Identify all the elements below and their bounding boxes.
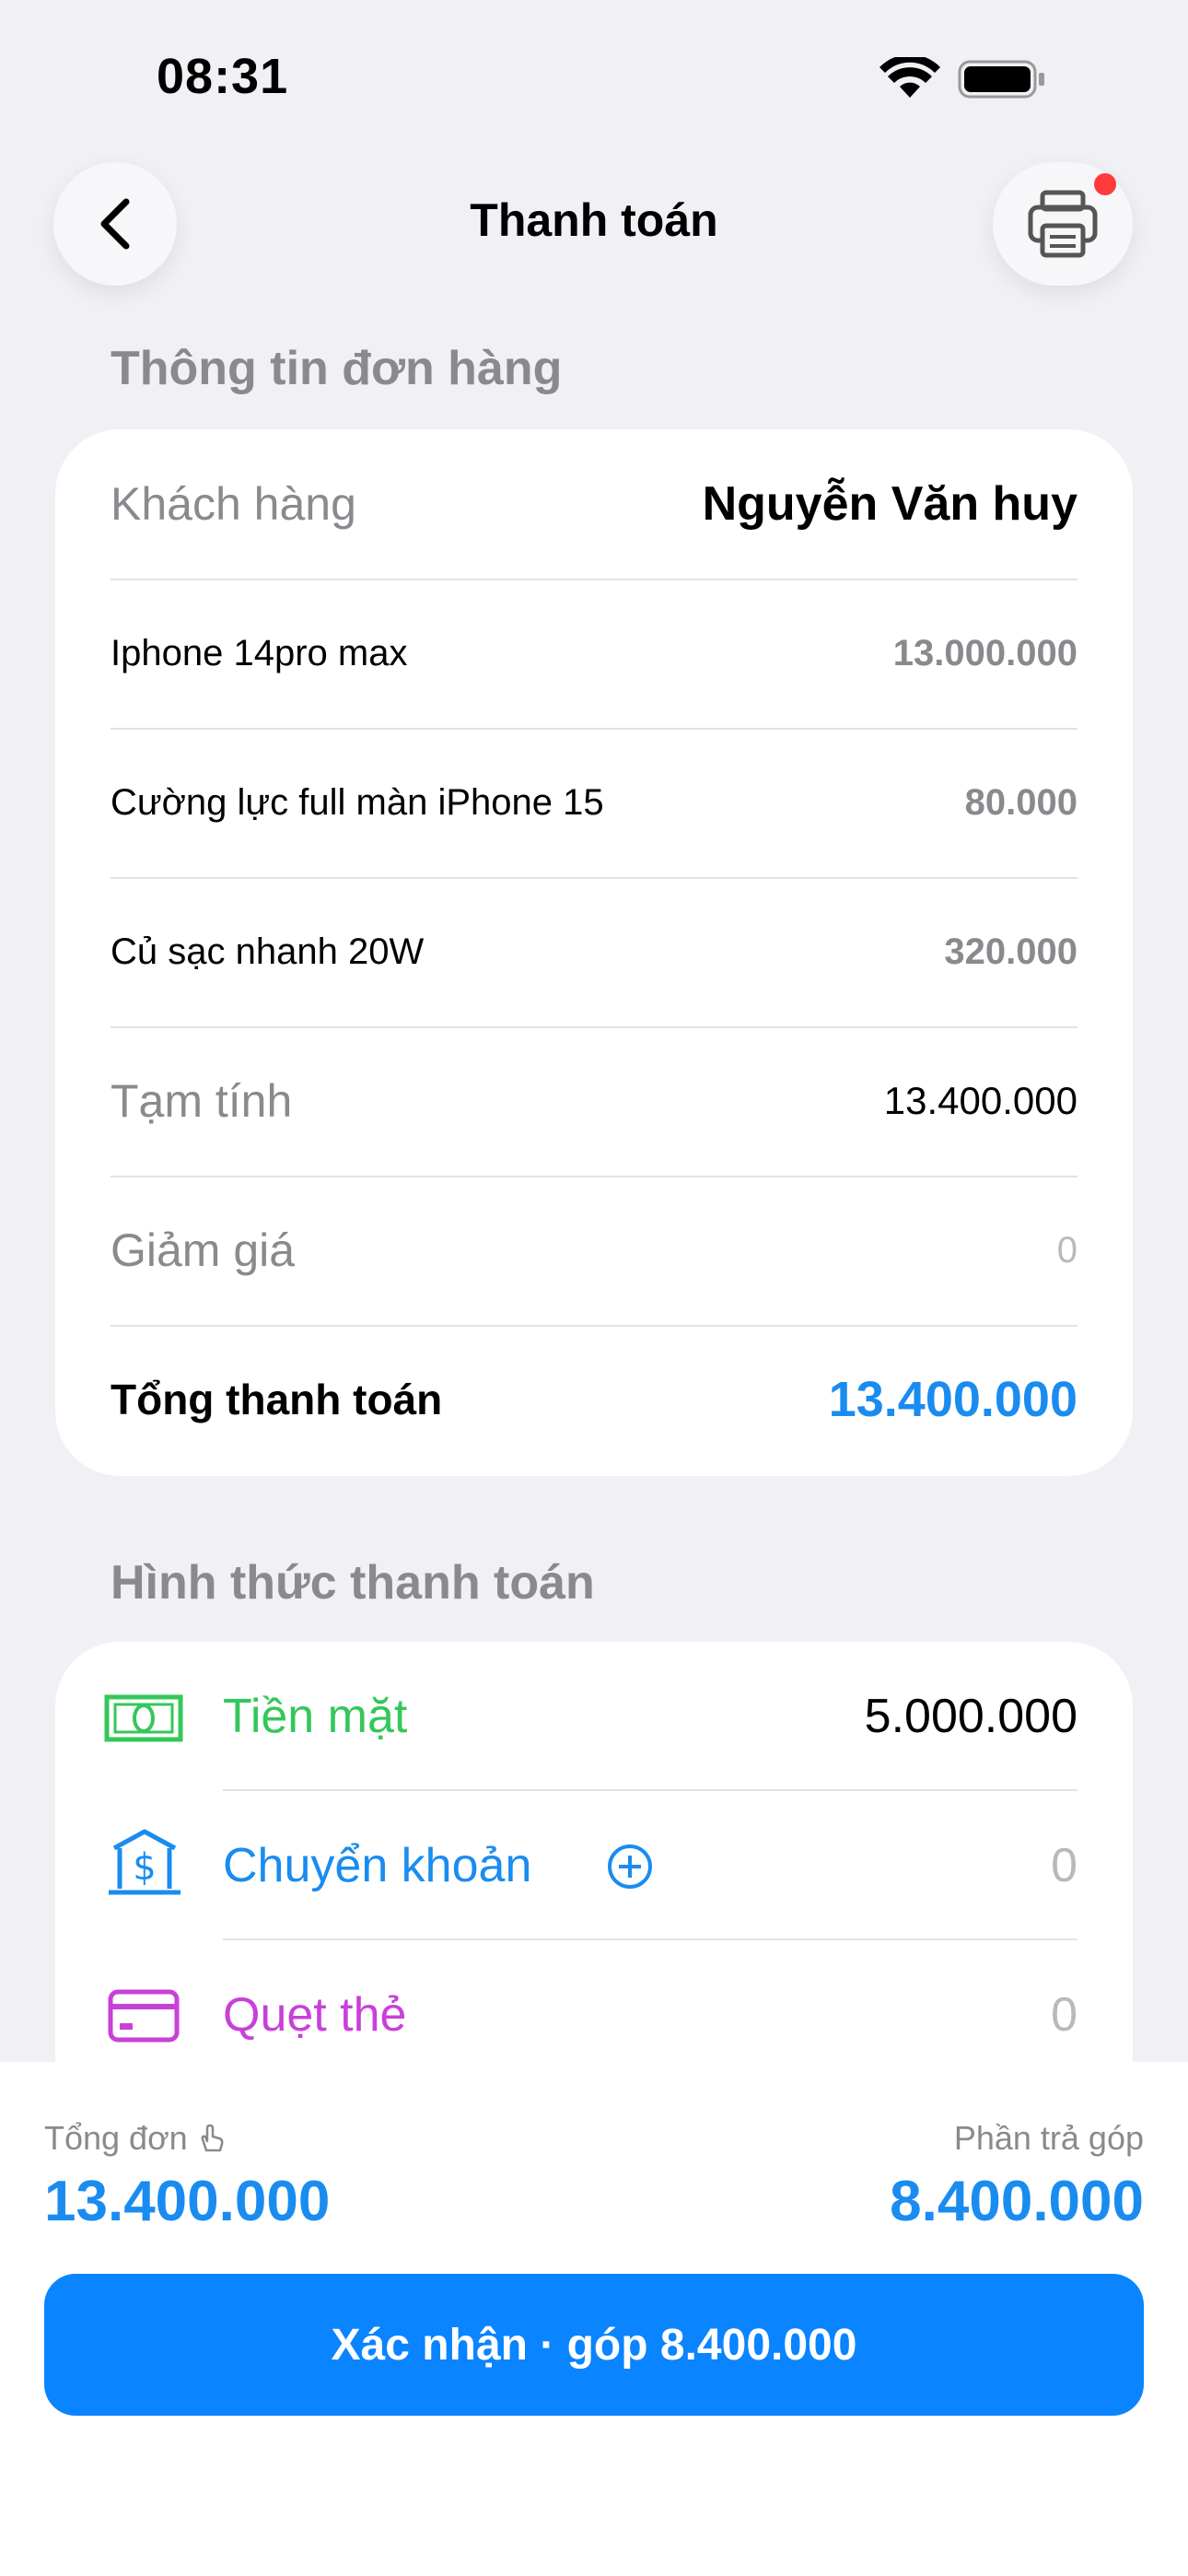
add-transfer-icon[interactable] (606, 1843, 654, 1891)
discount-label: Giảm giá (111, 1224, 296, 1276)
discount-row[interactable]: Giảm giá 0 (111, 1176, 1077, 1327)
order-item-row: Củ sạc nhanh 20W 320.000 (111, 877, 1077, 1028)
cash-icon (104, 1694, 183, 1742)
order-card: Khách hàng Nguyễn Văn huy Iphone 14pro m… (55, 429, 1133, 1476)
confirm-button[interactable]: Xác nhận · góp 8.400.000 (44, 2274, 1144, 2416)
order-total-value: 13.400.000 (44, 2170, 331, 2233)
svg-text:$: $ (133, 1846, 156, 1889)
total-row: Tổng thanh toán 13.400.000 (111, 1325, 1077, 1474)
payment-method-label: Tiền mặt (223, 1690, 408, 1743)
payment-method-label: Chuyển khoản (223, 1839, 532, 1892)
total-label: Tổng thanh toán (111, 1376, 443, 1423)
discount-value: 0 (1056, 1229, 1077, 1270)
customer-row: Khách hàng Nguyễn Văn huy (111, 429, 1077, 580)
payment-method-value[interactable]: 0 (1051, 1838, 1077, 1893)
installment-label: Phần trả góp (953, 2119, 1144, 2157)
tap-hand-icon (201, 2124, 224, 2152)
bank-icon: $ (109, 1829, 181, 1895)
notification-dot (1094, 173, 1116, 195)
item-price: 80.000 (964, 781, 1077, 823)
status-time: 08:31 (157, 49, 289, 104)
payment-method-value[interactable]: 5.000.000 (865, 1689, 1077, 1744)
subtotal-label: Tạm tính (111, 1075, 293, 1127)
order-total-label-group[interactable]: Tổng đơn (44, 2119, 225, 2158)
order-total-label: Tổng đơn (44, 2119, 188, 2157)
order-item-row: Cường lực full màn iPhone 15 80.000 (111, 728, 1077, 879)
payment-method-cash[interactable]: Tiền mặt 5.000.000 (55, 1642, 1133, 1791)
total-value: 13.400.000 (828, 1372, 1077, 1427)
order-item-row: Iphone 14pro max 13.000.000 (111, 579, 1077, 730)
installment-value: 8.400.000 (890, 2170, 1144, 2233)
payment-method-label: Quẹt thẻ (223, 1988, 407, 2042)
battery-icon (958, 60, 1044, 99)
item-price: 320.000 (944, 931, 1077, 972)
subtotal-value: 13.400.000 (883, 1079, 1077, 1122)
payment-method-value[interactable]: 0 (1051, 1987, 1077, 2043)
customer-name: Nguyễn Văn huy (702, 477, 1077, 531)
item-name: Iphone 14pro max (111, 632, 408, 673)
item-name: Cường lực full màn iPhone 15 (111, 781, 604, 823)
item-price: 13.000.000 (892, 632, 1077, 673)
printer-icon (1028, 190, 1098, 258)
customer-label: Khách hàng (111, 478, 356, 530)
payment-section-title: Hình thức thanh toán (111, 1556, 595, 1610)
subtotal-row: Tạm tính 13.400.000 (111, 1026, 1077, 1177)
order-section-title: Thông tin đơn hàng (111, 342, 563, 395)
payment-card: Tiền mặt 5.000.000 $ Chuyển khoản 0 Quẹt… (55, 1642, 1133, 2121)
payment-method-transfer[interactable]: $ Chuyển khoản 0 (55, 1791, 1133, 1940)
card-icon (108, 1989, 180, 2043)
item-name: Củ sạc nhanh 20W (111, 931, 425, 972)
wifi-icon (879, 57, 940, 98)
